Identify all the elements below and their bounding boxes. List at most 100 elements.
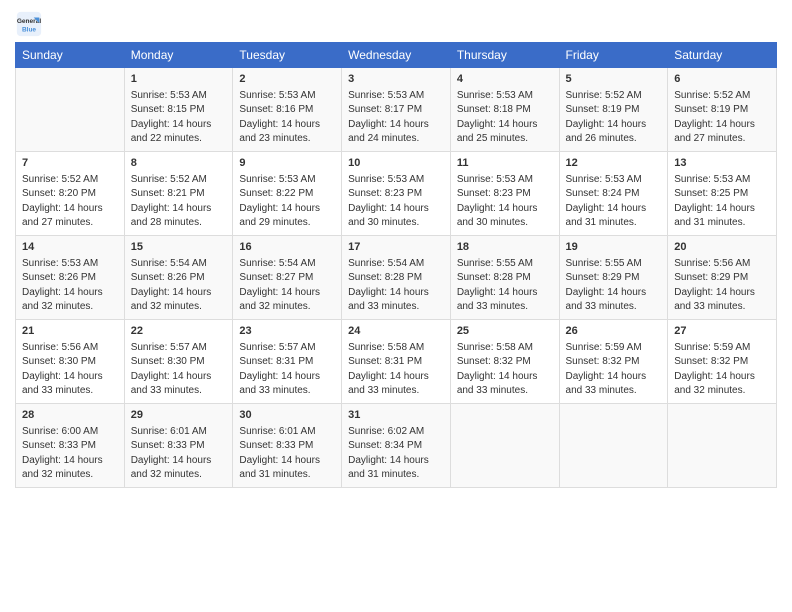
cell-info: Sunrise: 5:53 AMSunset: 8:23 PMDaylight:… <box>457 174 538 229</box>
cell-info: Sunrise: 5:53 AMSunset: 8:24 PMDaylight:… <box>566 174 647 229</box>
calendar-cell: 28 Sunrise: 6:00 AMSunset: 8:33 PMDayligh… <box>16 403 125 487</box>
day-number: 14 <box>22 240 118 256</box>
day-number: 20 <box>674 240 770 256</box>
day-number: 27 <box>674 324 770 340</box>
calendar-cell: 15 Sunrise: 5:54 AMSunset: 8:26 PMDayligh… <box>124 235 233 319</box>
cell-info: Sunrise: 5:54 AMSunset: 8:27 PMDaylight:… <box>239 258 320 313</box>
calendar-cell: 30 Sunrise: 6:01 AMSunset: 8:33 PMDayligh… <box>233 403 342 487</box>
cell-info: Sunrise: 6:02 AMSunset: 8:34 PMDaylight:… <box>348 426 429 481</box>
logo-icon: General Blue <box>15 10 43 38</box>
day-number: 17 <box>348 240 444 256</box>
cell-info: Sunrise: 5:53 AMSunset: 8:25 PMDaylight:… <box>674 174 755 229</box>
day-number: 5 <box>566 72 662 88</box>
cell-info: Sunrise: 5:53 AMSunset: 8:17 PMDaylight:… <box>348 90 429 145</box>
calendar-cell: 14Sunrise: 5:53 AMSunset: 8:26 PMDayligh… <box>16 235 125 319</box>
day-number: 11 <box>457 156 553 172</box>
calendar-table: SundayMondayTuesdayWednesdayThursdayFrid… <box>15 42 777 488</box>
calendar-cell: 22 Sunrise: 5:57 AMSunset: 8:30 PMDayligh… <box>124 319 233 403</box>
calendar-cell: 1Sunrise: 5:53 AMSunset: 8:15 PMDaylight… <box>124 68 233 152</box>
day-number: 31 <box>348 408 444 424</box>
day-number: 2 <box>239 72 335 88</box>
weekday-header-wednesday: Wednesday <box>342 43 451 68</box>
logo: General Blue <box>15 10 43 38</box>
calendar-header: SundayMondayTuesdayWednesdayThursdayFrid… <box>16 43 777 68</box>
calendar-week-2: 7 Sunrise: 5:52 AMSunset: 8:20 PMDaylight… <box>16 151 777 235</box>
day-number: 9 <box>239 156 335 172</box>
cell-info: Sunrise: 5:53 AMSunset: 8:18 PMDaylight:… <box>457 90 538 145</box>
calendar-cell: 12Sunrise: 5:53 AMSunset: 8:24 PMDayligh… <box>559 151 668 235</box>
calendar-cell <box>16 68 125 152</box>
calendar-cell: 19 Sunrise: 5:55 AMSunset: 8:29 PMDayligh… <box>559 235 668 319</box>
day-number: 29 <box>131 408 227 424</box>
weekday-header-sunday: Sunday <box>16 43 125 68</box>
cell-info: Sunrise: 5:53 AMSunset: 8:15 PMDaylight:… <box>131 90 212 145</box>
calendar-week-1: 1Sunrise: 5:53 AMSunset: 8:15 PMDaylight… <box>16 68 777 152</box>
svg-text:Blue: Blue <box>22 26 36 33</box>
calendar-cell: 10 Sunrise: 5:53 AMSunset: 8:23 PMDayligh… <box>342 151 451 235</box>
calendar-cell: 27Sunrise: 5:59 AMSunset: 8:32 PMDayligh… <box>668 319 777 403</box>
calendar-cell: 9 Sunrise: 5:53 AMSunset: 8:22 PMDaylight… <box>233 151 342 235</box>
day-number: 23 <box>239 324 335 340</box>
cell-info: Sunrise: 5:53 AMSunset: 8:16 PMDaylight:… <box>239 90 320 145</box>
weekday-header-tuesday: Tuesday <box>233 43 342 68</box>
day-number: 26 <box>566 324 662 340</box>
calendar-cell: 5 Sunrise: 5:52 AMSunset: 8:19 PMDaylight… <box>559 68 668 152</box>
calendar-week-3: 14Sunrise: 5:53 AMSunset: 8:26 PMDayligh… <box>16 235 777 319</box>
calendar-cell: 6Sunrise: 5:52 AMSunset: 8:19 PMDaylight… <box>668 68 777 152</box>
day-number: 13 <box>674 156 770 172</box>
cell-info: Sunrise: 5:55 AMSunset: 8:29 PMDaylight:… <box>566 258 647 313</box>
cell-info: Sunrise: 5:53 AMSunset: 8:22 PMDaylight:… <box>239 174 320 229</box>
day-number: 22 <box>131 324 227 340</box>
day-number: 19 <box>566 240 662 256</box>
calendar-cell: 3Sunrise: 5:53 AMSunset: 8:17 PMDaylight… <box>342 68 451 152</box>
cell-info: Sunrise: 5:56 AMSunset: 8:29 PMDaylight:… <box>674 258 755 313</box>
day-number: 16 <box>239 240 335 256</box>
calendar-cell <box>668 403 777 487</box>
cell-info: Sunrise: 5:55 AMSunset: 8:28 PMDaylight:… <box>457 258 538 313</box>
cell-info: Sunrise: 5:54 AMSunset: 8:26 PMDaylight:… <box>131 258 212 313</box>
cell-info: Sunrise: 5:52 AMSunset: 8:20 PMDaylight:… <box>22 174 103 229</box>
header: General Blue <box>15 10 777 38</box>
cell-info: Sunrise: 5:59 AMSunset: 8:32 PMDaylight:… <box>566 342 647 397</box>
day-number: 25 <box>457 324 553 340</box>
calendar-cell: 16 Sunrise: 5:54 AMSunset: 8:27 PMDayligh… <box>233 235 342 319</box>
calendar-cell: 26 Sunrise: 5:59 AMSunset: 8:32 PMDayligh… <box>559 319 668 403</box>
calendar-cell: 8 Sunrise: 5:52 AMSunset: 8:21 PMDaylight… <box>124 151 233 235</box>
day-number: 10 <box>348 156 444 172</box>
calendar-cell: 13 Sunrise: 5:53 AMSunset: 8:25 PMDayligh… <box>668 151 777 235</box>
calendar-cell: 17 Sunrise: 5:54 AMSunset: 8:28 PMDayligh… <box>342 235 451 319</box>
cell-info: Sunrise: 6:00 AMSunset: 8:33 PMDaylight:… <box>22 426 103 481</box>
calendar-week-4: 21Sunrise: 5:56 AMSunset: 8:30 PMDayligh… <box>16 319 777 403</box>
day-number: 30 <box>239 408 335 424</box>
day-number: 28 <box>22 408 118 424</box>
calendar-cell: 18Sunrise: 5:55 AMSunset: 8:28 PMDayligh… <box>450 235 559 319</box>
calendar-body: 1Sunrise: 5:53 AMSunset: 8:15 PMDaylight… <box>16 68 777 488</box>
calendar-cell <box>559 403 668 487</box>
calendar-cell: 4Sunrise: 5:53 AMSunset: 8:18 PMDaylight… <box>450 68 559 152</box>
weekday-header-monday: Monday <box>124 43 233 68</box>
weekday-header-thursday: Thursday <box>450 43 559 68</box>
cell-info: Sunrise: 5:57 AMSunset: 8:31 PMDaylight:… <box>239 342 320 397</box>
calendar-cell: 25 Sunrise: 5:58 AMSunset: 8:32 PMDayligh… <box>450 319 559 403</box>
cell-info: Sunrise: 5:54 AMSunset: 8:28 PMDaylight:… <box>348 258 429 313</box>
cell-info: Sunrise: 5:58 AMSunset: 8:31 PMDaylight:… <box>348 342 429 397</box>
calendar-cell: 29 Sunrise: 6:01 AMSunset: 8:33 PMDayligh… <box>124 403 233 487</box>
cell-info: Sunrise: 5:57 AMSunset: 8:30 PMDaylight:… <box>131 342 212 397</box>
cell-info: Sunrise: 6:01 AMSunset: 8:33 PMDaylight:… <box>239 426 320 481</box>
calendar-cell: 20 Sunrise: 5:56 AMSunset: 8:29 PMDayligh… <box>668 235 777 319</box>
cell-info: Sunrise: 5:53 AMSunset: 8:23 PMDaylight:… <box>348 174 429 229</box>
calendar-week-5: 28 Sunrise: 6:00 AMSunset: 8:33 PMDayligh… <box>16 403 777 487</box>
calendar-cell: 24Sunrise: 5:58 AMSunset: 8:31 PMDayligh… <box>342 319 451 403</box>
calendar-cell: 31 Sunrise: 6:02 AMSunset: 8:34 PMDayligh… <box>342 403 451 487</box>
weekday-header-saturday: Saturday <box>668 43 777 68</box>
page-container: General Blue SundayMondayTuesdayWednesda… <box>0 0 792 493</box>
day-number: 15 <box>131 240 227 256</box>
day-number: 8 <box>131 156 227 172</box>
cell-info: Sunrise: 6:01 AMSunset: 8:33 PMDaylight:… <box>131 426 212 481</box>
cell-info: Sunrise: 5:52 AMSunset: 8:19 PMDaylight:… <box>566 90 647 145</box>
weekday-header-row: SundayMondayTuesdayWednesdayThursdayFrid… <box>16 43 777 68</box>
day-number: 6 <box>674 72 770 88</box>
cell-info: Sunrise: 5:58 AMSunset: 8:32 PMDaylight:… <box>457 342 538 397</box>
cell-info: Sunrise: 5:52 AMSunset: 8:21 PMDaylight:… <box>131 174 212 229</box>
day-number: 7 <box>22 156 118 172</box>
